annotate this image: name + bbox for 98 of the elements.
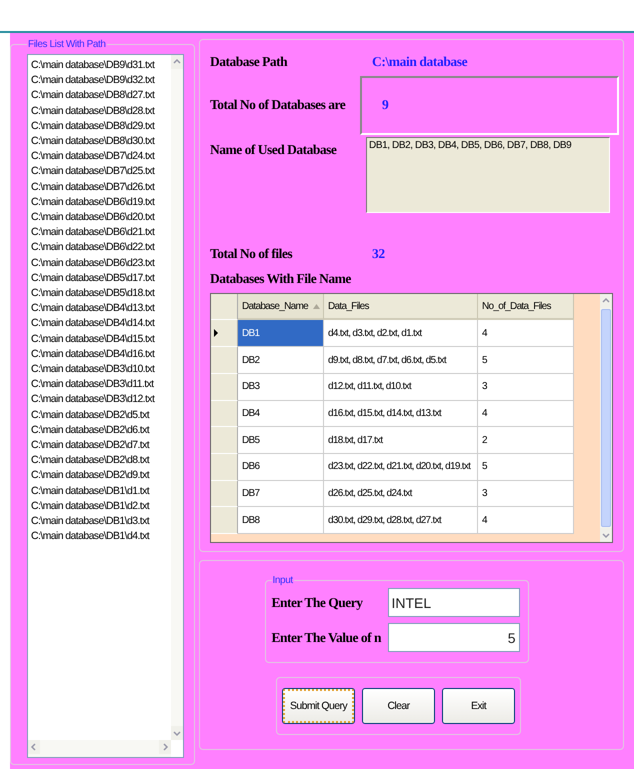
- scroll-up-icon[interactable]: [600, 294, 612, 308]
- file-path-item[interactable]: C:\main database\DB2\d5.txt: [31, 408, 171, 423]
- table-cell[interactable]: DB7: [238, 480, 324, 508]
- file-path-item[interactable]: C:\main database\DB4\d14.txt: [31, 316, 171, 332]
- scroll-up-icon[interactable]: [171, 55, 183, 69]
- file-path-item[interactable]: C:\main database\DB2\d6.txt: [31, 422, 171, 438]
- file-path-item[interactable]: C:\main database\DB6\d22.txt: [31, 240, 171, 256]
- table-cell[interactable]: d26.txt, d25.txt, d24.txt: [324, 480, 478, 508]
- table-cell[interactable]: 3: [478, 480, 574, 508]
- grid-title: Databases With File Name: [210, 270, 351, 287]
- vertical-scrollbar[interactable]: [171, 55, 183, 740]
- scroll-down-icon[interactable]: [171, 726, 183, 740]
- column-header[interactable]: No_of_Data_Files: [478, 294, 574, 320]
- files-count-label: Total No of files: [210, 246, 292, 261]
- group-title: Files List With Path: [27, 39, 107, 50]
- field-label: Enter The Value of n: [272, 630, 382, 646]
- file-path-item[interactable]: C:\main database\DB2\d7.txt: [31, 438, 171, 454]
- row-header[interactable]: [211, 427, 238, 454]
- row-header[interactable]: [211, 347, 238, 374]
- file-path-item[interactable]: C:\main database\DB1\d4.txt: [31, 529, 171, 544]
- file-path-item[interactable]: C:\main database\DB2\d9.txt: [31, 468, 171, 484]
- action-button[interactable]: Clear: [362, 688, 435, 724]
- current-row-icon: [214, 329, 218, 338]
- row-header[interactable]: [211, 374, 238, 401]
- used-db-label: Name of Used Database: [210, 142, 336, 157]
- file-path-item[interactable]: C:\main database\DB4\d15.txt: [31, 332, 171, 347]
- table-cell[interactable]: 5: [478, 347, 574, 374]
- file-path-item[interactable]: C:\main database\DB3\d10.txt: [31, 362, 171, 378]
- file-path-item[interactable]: C:\main database\DB5\d17.txt: [31, 270, 171, 286]
- table-cell[interactable]: DB4: [238, 400, 324, 428]
- row-header[interactable]: [211, 480, 238, 508]
- file-path-item[interactable]: C:\main database\DB7\d24.txt: [31, 149, 171, 164]
- used-db-field[interactable]: DB1, DB2, DB3, DB4, DB5, DB6, DB7, DB8, DB9: [366, 136, 610, 213]
- file-path-item[interactable]: C:\main database\DB6\d19.txt: [31, 194, 171, 210]
- files-count-value: 32: [372, 246, 385, 262]
- table-cell[interactable]: 4: [478, 400, 574, 428]
- path-label: Database Path: [210, 54, 288, 69]
- table-cell[interactable]: DB1: [238, 320, 324, 348]
- sort-icon: [312, 304, 320, 309]
- file-path-item[interactable]: C:\main database\DB8\d27.txt: [31, 88, 171, 104]
- file-path-item[interactable]: C:\main database\DB6\d20.txt: [31, 210, 171, 226]
- grid-scrollbar[interactable]: [600, 294, 612, 542]
- file-path-item[interactable]: C:\main database\DB9\d32.txt: [31, 73, 171, 88]
- file-path-item[interactable]: C:\main database\DB1\d1.txt: [31, 484, 171, 499]
- scroll-right-icon[interactable]: [159, 740, 171, 754]
- row-header[interactable]: [211, 400, 238, 428]
- table-cell[interactable]: 4: [478, 320, 574, 348]
- field-label: Enter The Query: [272, 594, 363, 610]
- file-path-item[interactable]: C:\main database\DB8\d29.txt: [31, 118, 171, 134]
- files-list[interactable]: [27, 54, 184, 758]
- table-cell[interactable]: d4.txt, d3.txt, d2.txt, d1.txt: [324, 320, 478, 348]
- file-path-item[interactable]: C:\main database\DB9\d31.txt: [31, 58, 171, 74]
- row-header[interactable]: [211, 320, 238, 348]
- file-path-item[interactable]: C:\main database\DB4\d13.txt: [31, 301, 171, 316]
- row-header[interactable]: [211, 507, 238, 534]
- scroll-down-icon[interactable]: [600, 528, 612, 542]
- file-path-item[interactable]: C:\main database\DB7\d25.txt: [31, 164, 171, 180]
- table-cell[interactable]: d23.txt, d22.txt, d21.txt, d20.txt, d19.txt: [324, 454, 478, 481]
- table-cell[interactable]: d30.txt, d29.txt, d28.txt, d27.txt: [324, 507, 478, 534]
- table-cell[interactable]: DB5: [238, 427, 324, 454]
- table-cell[interactable]: d18.txt, d17.txt: [324, 427, 478, 454]
- input-field[interactable]: INTEL: [388, 588, 520, 617]
- table-cell[interactable]: 2: [478, 427, 574, 454]
- file-path-item[interactable]: C:\main database\DB6\d23.txt: [31, 256, 171, 271]
- scroll-left-icon[interactable]: [28, 740, 40, 754]
- db-count-label: Total No of Databases are: [210, 97, 346, 112]
- table-cell[interactable]: 5: [478, 454, 574, 481]
- action-button[interactable]: Submit Query: [282, 688, 355, 724]
- file-path-item[interactable]: C:\main database\DB3\d11.txt: [31, 377, 171, 392]
- table-cell[interactable]: DB3: [238, 374, 324, 401]
- column-header[interactable]: Data_Files: [324, 294, 478, 320]
- file-path-item[interactable]: C:\main database\DB4\d16.txt: [31, 346, 171, 362]
- file-path-item[interactable]: C:\main database\DB8\d30.txt: [31, 134, 171, 150]
- table-cell[interactable]: DB6: [238, 454, 324, 481]
- grid-corner: [211, 294, 238, 320]
- column-header[interactable]: Database_Name: [238, 294, 324, 320]
- file-path-item[interactable]: C:\main database\DB5\d18.txt: [31, 286, 171, 302]
- input-field[interactable]: 5: [388, 623, 520, 652]
- group-title: Input: [272, 575, 294, 586]
- file-path-item[interactable]: C:\main database\DB8\d28.txt: [31, 104, 171, 119]
- action-button[interactable]: Exit: [442, 688, 515, 724]
- file-path-item[interactable]: C:\main database\DB6\d21.txt: [31, 225, 171, 240]
- file-path-item[interactable]: C:\main database\DB2\d8.txt: [31, 453, 171, 468]
- file-path-item[interactable]: C:\main database\DB7\d26.txt: [31, 180, 171, 195]
- table-cell[interactable]: DB2: [238, 347, 324, 374]
- file-path-item[interactable]: C:\main database\DB3\d12.txt: [31, 392, 171, 408]
- table-cell[interactable]: d9.txt, d8.txt, d7.txt, d6.txt, d5.txt: [324, 347, 478, 374]
- table-cell[interactable]: d16.txt, d15.txt, d14.txt, d13.txt: [324, 400, 478, 428]
- file-path-item[interactable]: C:\main database\DB1\d3.txt: [31, 514, 171, 530]
- row-header[interactable]: [211, 454, 238, 481]
- table-cell[interactable]: 4: [478, 507, 574, 534]
- table-cell[interactable]: d12.txt, d11.txt, d10.txt: [324, 374, 478, 401]
- path-value: C:\main database: [372, 54, 468, 70]
- file-path-item[interactable]: C:\main database\DB1\d2.txt: [31, 498, 171, 514]
- table-cell[interactable]: 3: [478, 374, 574, 401]
- db-count-value: 9: [382, 97, 388, 114]
- horizontal-scrollbar[interactable]: [28, 740, 171, 757]
- table-cell[interactable]: DB8: [238, 507, 324, 534]
